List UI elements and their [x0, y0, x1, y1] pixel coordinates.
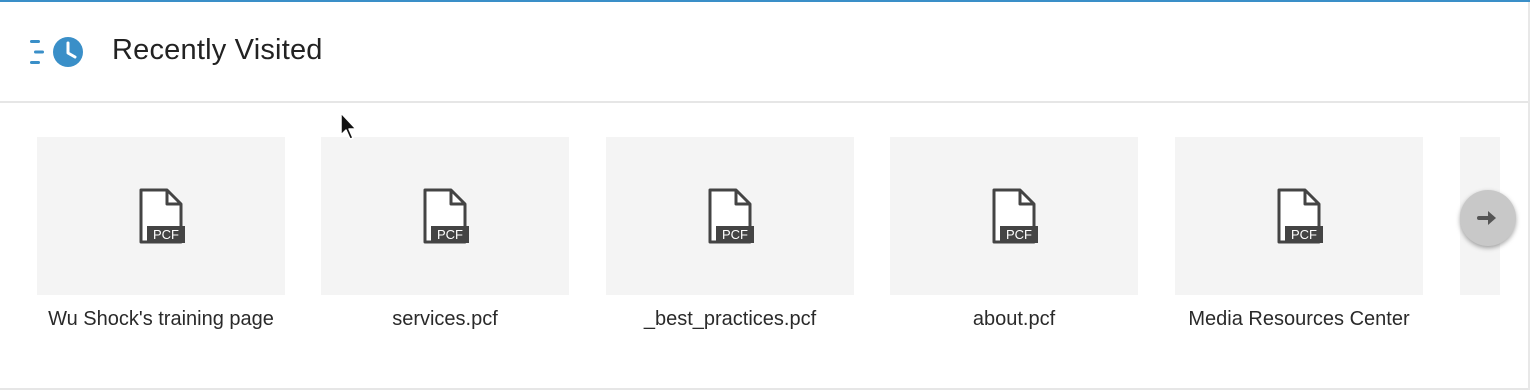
card-thumbnail[interactable]: PCF [321, 137, 569, 295]
card-thumbnail[interactable]: PCF [890, 137, 1138, 295]
card-thumbnail[interactable]: PCF [606, 137, 854, 295]
file-badge: PCF [722, 227, 748, 242]
card-label[interactable]: Media Resources Center [1165, 303, 1433, 335]
card-label[interactable]: Wu Shock's training page [37, 303, 285, 335]
panel-header: Recently Visited [0, 2, 1528, 103]
file-badge: PCF [1291, 227, 1317, 242]
file-badge: PCF [153, 227, 179, 242]
pcf-file-icon: PCF [139, 188, 185, 244]
arrow-right-icon [1477, 211, 1496, 225]
recent-item-card[interactable]: PCF Wu Shock's training page [37, 137, 322, 330]
file-badge: PCF [437, 227, 463, 242]
card-thumbnail[interactable]: PCF [1175, 137, 1423, 295]
recent-item-card[interactable]: PCF services.pcf [321, 137, 606, 330]
next-page-button[interactable] [1460, 190, 1516, 246]
pcf-file-icon: PCF [423, 188, 469, 244]
pcf-file-icon: PCF [992, 188, 1038, 244]
recent-history-icon [30, 37, 83, 67]
recently-visited-panel: Recently Visited PCF Wu Shock's training… [0, 0, 1530, 390]
card-thumbnail[interactable]: PCF [37, 137, 285, 295]
recent-item-card[interactable]: PCF about.pcf [890, 137, 1175, 330]
pcf-file-icon: PCF [708, 188, 754, 244]
pcf-file-icon: PCF [1277, 188, 1323, 244]
card-label[interactable]: about.pcf [890, 303, 1138, 335]
panel-title: Recently Visited [112, 34, 323, 66]
recent-item-card[interactable]: PCF Media Resources Center [1175, 137, 1460, 330]
card-label[interactable]: services.pcf [321, 303, 569, 335]
recent-item-card[interactable]: PCF _best_practices.pcf [606, 137, 891, 330]
file-badge: PCF [1006, 227, 1032, 242]
card-label[interactable]: _best_practices.pcf [606, 303, 854, 335]
mouse-cursor-icon [340, 112, 357, 140]
